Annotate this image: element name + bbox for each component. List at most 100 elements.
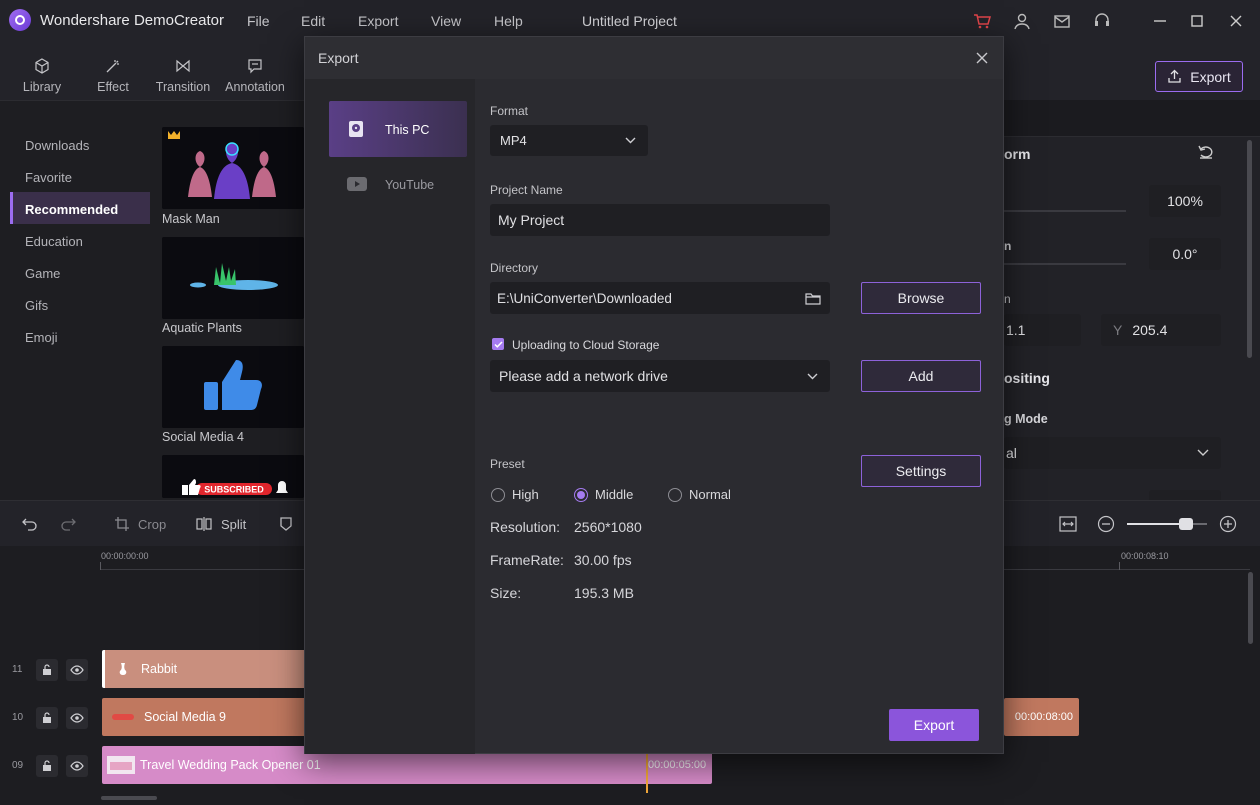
position-y-field[interactable]: Y 205.4 [1101,314,1221,346]
crop-label[interactable]: Crop [138,517,166,532]
y-label: Y [1113,322,1123,338]
zoom-slider[interactable] [1127,518,1207,530]
directory-input[interactable]: E:\UniConverter\Downloaded [490,282,830,314]
preset-middle-radio[interactable] [574,487,588,502]
lock-icon[interactable] [36,755,58,777]
category-education[interactable]: Education [25,234,83,249]
library-item-label: Social Media 4 [162,430,244,444]
format-select[interactable]: MP4 [490,125,648,156]
youtube-icon [347,177,367,191]
zoom-in-icon[interactable] [1219,515,1237,533]
tool-transition[interactable]: Transition [148,58,218,94]
settings-button[interactable]: Settings [861,455,981,487]
rotation-slider[interactable] [1004,263,1126,265]
close-icon[interactable] [973,49,991,67]
preset-middle-option[interactable]: Middle [574,487,633,502]
maximize-icon[interactable] [1187,11,1207,31]
scale-slider[interactable] [1004,210,1126,212]
export-target-this-pc[interactable]: This PC [329,101,467,157]
mail-icon[interactable] [1052,11,1072,31]
zoom-slider-handle[interactable] [1179,518,1193,530]
project-title: Untitled Project [582,13,677,29]
window-close-icon[interactable] [1226,11,1246,31]
reset-icon[interactable] [1197,144,1217,162]
upload-icon [1168,69,1181,83]
menu-file[interactable]: File [247,13,270,29]
lock-icon[interactable] [36,707,58,729]
split-label[interactable]: Split [221,517,246,532]
tool-effect-label: Effect [97,80,129,94]
preset-high-option[interactable]: High [491,487,539,502]
library-item-label: Mask Man [162,212,220,226]
eye-icon[interactable] [66,755,88,777]
ruler-start-time: 00:00:00:00 [101,551,149,561]
tool-annotation[interactable]: Annotation [220,58,290,94]
this-pc-label: This PC [385,123,430,137]
library-item-subscribed[interactable]: SUBSCRIBED [162,455,304,498]
folder-icon[interactable] [805,292,821,305]
check-icon [493,340,503,348]
chevron-down-icon [807,373,818,379]
library-item-mask-man[interactable] [162,127,304,209]
format-value: MP4 [500,133,527,148]
preset-normal-radio[interactable] [668,487,682,502]
fit-timeline-icon[interactable] [1059,515,1077,533]
properties-scrollbar[interactable] [1247,140,1252,358]
tool-effect[interactable]: Effect [78,58,148,94]
preset-high-radio[interactable] [491,487,505,502]
category-favorite[interactable]: Favorite [25,170,72,185]
menu-edit[interactable]: Edit [301,13,325,29]
eye-icon[interactable] [66,659,88,681]
timeline-horizontal-scrollbar[interactable] [101,796,157,800]
eye-icon[interactable] [66,707,88,729]
scale-value-field[interactable]: 100% [1149,185,1221,217]
split-icon[interactable] [196,516,212,532]
directory-label: Directory [490,261,539,275]
clip-social-media-9[interactable]: Social Media 9 [102,698,306,736]
export-top-button[interactable]: Export [1155,61,1243,92]
timeline-vertical-scrollbar[interactable] [1248,572,1253,644]
blending-mode-select[interactable]: al [1004,437,1221,469]
network-drive-select[interactable]: Please add a network drive [490,360,830,392]
browse-button[interactable]: Browse [861,282,981,314]
position-x-field[interactable]: 1.1 [1004,314,1081,346]
category-gifs[interactable]: Gifs [25,298,48,313]
add-button[interactable]: Add [861,360,981,392]
crop-icon[interactable] [114,516,130,532]
marker-icon[interactable] [279,516,293,532]
cart-icon[interactable] [972,11,992,31]
rotation-value-field[interactable]: 0.0° [1149,238,1221,270]
category-game[interactable]: Game [25,266,60,281]
minimize-icon[interactable] [1150,11,1170,31]
undo-icon[interactable] [22,516,38,532]
lock-icon[interactable] [36,659,58,681]
tool-library[interactable]: Library [7,58,77,94]
redo-icon[interactable] [60,516,76,532]
blending-mode-label: g Mode [1004,412,1048,426]
user-icon[interactable] [1012,11,1032,31]
menu-view[interactable]: View [431,13,461,29]
preset-normal-option[interactable]: Normal [668,487,731,502]
clip-end-time: 00:00:05:00 [648,759,707,771]
menu-export[interactable]: Export [358,13,398,29]
category-emoji[interactable]: Emoji [25,330,58,345]
opacity-field-partial[interactable] [1149,490,1221,500]
category-recommended[interactable]: Recommended [25,202,118,217]
blending-mode-value: al [1006,445,1017,461]
export-target-youtube[interactable]: YouTube [329,165,467,205]
project-name-input[interactable]: My Project [490,204,830,236]
library-item-aquatic-plants[interactable] [162,237,304,319]
compositing-heading: ositing [1004,370,1050,386]
track-number: 09 [12,760,24,771]
category-downloads[interactable]: Downloads [25,138,89,153]
export-button[interactable]: Export [889,709,979,741]
library-item-social-media-4[interactable] [162,346,304,428]
cloud-upload-label[interactable]: Uploading to Cloud Storage [512,338,659,352]
clip-rabbit[interactable]: Rabbit [102,650,306,688]
zoom-out-icon[interactable] [1097,515,1115,533]
network-drive-placeholder: Please add a network drive [499,368,668,384]
clip-social-media-9-end[interactable]: 00:00:08:00 [1004,698,1079,736]
support-icon[interactable] [1092,11,1112,31]
cloud-upload-checkbox[interactable] [492,338,504,350]
menu-help[interactable]: Help [494,13,523,29]
